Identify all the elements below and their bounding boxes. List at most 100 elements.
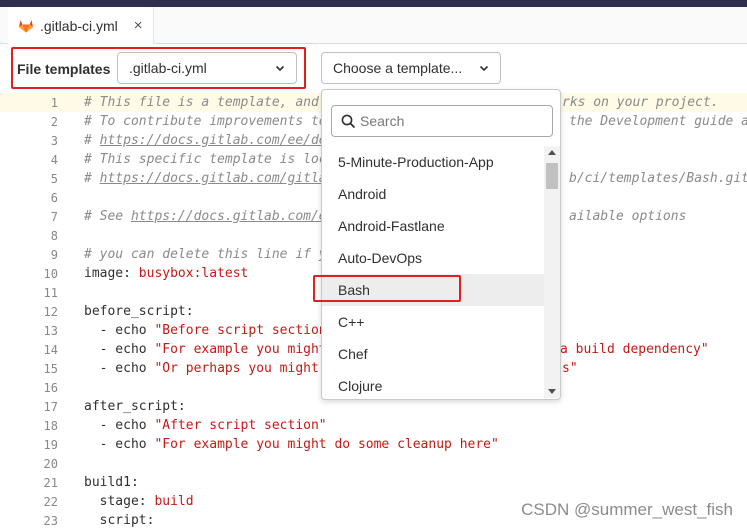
yaml-key: image: xyxy=(84,266,131,281)
code-text: build1: xyxy=(84,475,139,490)
code-line: 18 - echo "After script section" xyxy=(0,416,747,435)
close-tab-icon[interactable]: × xyxy=(134,17,143,34)
line-number: 4 xyxy=(50,152,58,167)
template-type-value: .gitlab-ci.yml xyxy=(129,60,207,76)
code-text: # See https://docs.gitlab.com/e xyxy=(84,209,327,224)
code-line: 19 - echo "For example you might do some… xyxy=(0,435,747,454)
yaml-key: - echo xyxy=(84,361,147,376)
choose-template-select[interactable]: Choose a template... xyxy=(321,52,501,84)
file-templates-label: File templates xyxy=(17,61,111,77)
yaml-key: script: xyxy=(84,513,155,528)
template-option-clojure[interactable]: Clojure xyxy=(322,370,544,396)
yaml-value-tail: s" xyxy=(562,361,578,376)
dropdown-scrollbar[interactable] xyxy=(544,146,560,398)
code-text: # To contribute improvements to xyxy=(84,114,327,129)
code-text: - echo "Before script section xyxy=(84,323,327,338)
template-option-android[interactable]: Android xyxy=(322,178,544,210)
line-number: 14 xyxy=(43,342,58,357)
file-tab-name: .gitlab-ci.yml xyxy=(40,17,118,34)
line-number: 21 xyxy=(43,475,58,490)
yaml-key: after_script: xyxy=(84,399,186,414)
file-tab-bar: .gitlab-ci.yml × xyxy=(0,7,747,44)
yaml-key: build1: xyxy=(84,475,139,490)
code-text: script: xyxy=(84,513,155,528)
code-text: image: busybox:latest xyxy=(84,266,248,281)
template-option-android-fastlane[interactable]: Android-Fastlane xyxy=(322,210,544,242)
comment-text-tail: the Development guide a xyxy=(569,114,747,129)
yaml-value: "For example you might do some cleanup h… xyxy=(146,437,499,452)
template-option-chef[interactable]: Chef xyxy=(322,338,544,370)
comment-text-tail: rks on your project. xyxy=(562,95,719,110)
code-text: # This specific template is loc xyxy=(84,152,327,167)
code-text: # https://docs.gitlab.com/ee/de xyxy=(84,133,327,148)
code-text: after_script: xyxy=(84,399,186,414)
file-tab[interactable]: .gitlab-ci.yml × xyxy=(8,7,154,44)
code-text: - echo "For example you might xyxy=(84,342,327,357)
yaml-key: stage: xyxy=(84,494,147,509)
comment-text: # See xyxy=(84,209,131,224)
comment-link: https://docs.gitlab.com/ee/de xyxy=(99,133,327,148)
yaml-value: "For example you might xyxy=(146,342,327,357)
code-text: before_script: xyxy=(84,304,194,319)
chevron-down-icon xyxy=(479,65,489,72)
line-number: 6 xyxy=(50,190,58,205)
template-option-c-[interactable]: C++ xyxy=(322,306,544,338)
line-number: 11 xyxy=(43,285,58,300)
line-number: 18 xyxy=(43,418,58,433)
line-number: 19 xyxy=(43,437,58,452)
line-number: 13 xyxy=(43,323,58,338)
comment-text: # To contribute improvements to xyxy=(84,114,327,129)
annotation-highlight-bash xyxy=(313,275,461,302)
comment-text: # xyxy=(84,171,100,186)
line-number: 10 xyxy=(43,266,58,281)
watermark: CSDN @summer_west_fish xyxy=(521,500,733,519)
line-number: 1 xyxy=(50,95,58,110)
scrollbar-thumb[interactable] xyxy=(546,163,558,189)
line-number: 22 xyxy=(43,494,58,509)
yaml-key: - echo xyxy=(84,342,147,357)
code-text: # This file is a template, and xyxy=(84,95,319,110)
code-text: - echo "Or perhaps you might xyxy=(84,361,319,376)
comment-text: # This file is a template, and xyxy=(84,95,319,110)
line-number: 15 xyxy=(43,361,58,376)
comment-text: # xyxy=(84,133,100,148)
code-text: # you can delete this line if y xyxy=(84,247,327,262)
yaml-value: build xyxy=(146,494,194,509)
code-text: stage: build xyxy=(84,494,194,509)
template-option-5-minute-production-app[interactable]: 5-Minute-Production-App xyxy=(322,146,544,178)
template-dropdown: Search 5-Minute-Production-App Android And… xyxy=(321,89,561,400)
yaml-value: "Or perhaps you might xyxy=(146,361,319,376)
scroll-down-icon[interactable] xyxy=(548,389,556,394)
yaml-value: busybox:latest xyxy=(130,266,249,281)
line-number: 17 xyxy=(43,399,58,414)
template-option-auto-devops[interactable]: Auto-DevOps xyxy=(322,242,544,274)
line-number: 23 xyxy=(43,513,58,528)
line-number: 9 xyxy=(50,247,58,262)
yaml-value: "Before script section xyxy=(146,323,327,338)
line-number: 3 xyxy=(50,133,58,148)
template-search-input[interactable]: Search xyxy=(331,105,553,137)
line-number: 12 xyxy=(43,304,58,319)
yaml-value: "After script section" xyxy=(146,418,327,433)
comment-text: # you can delete this line if y xyxy=(84,247,327,262)
template-list: 5-Minute-Production-App Android Android-Fa… xyxy=(322,146,544,396)
yaml-key: - echo xyxy=(84,323,147,338)
line-number: 2 xyxy=(50,114,58,129)
scroll-up-icon[interactable] xyxy=(548,150,556,155)
line-number: 5 xyxy=(50,171,58,186)
line-number: 8 xyxy=(50,228,58,243)
comment-text-tail: ailable options xyxy=(569,209,687,224)
comment-text: # This specific template is loc xyxy=(84,152,327,167)
code-text: - echo "After script section" xyxy=(84,418,327,433)
search-icon xyxy=(341,114,356,129)
yaml-value-tail: a build dependency" xyxy=(560,342,709,357)
line-number: 7 xyxy=(50,209,58,224)
comment-link: https://docs.gitlab.com/e xyxy=(130,209,327,224)
chevron-down-icon xyxy=(275,65,285,72)
template-type-select[interactable]: .gitlab-ci.yml xyxy=(117,52,297,84)
code-line: 21 build1: xyxy=(0,473,747,492)
gitlab-fox-icon xyxy=(19,20,33,33)
top-nav-bar xyxy=(0,0,747,7)
yaml-key: - echo xyxy=(84,437,147,452)
code-text: - echo "For example you might do some cl… xyxy=(84,437,499,452)
